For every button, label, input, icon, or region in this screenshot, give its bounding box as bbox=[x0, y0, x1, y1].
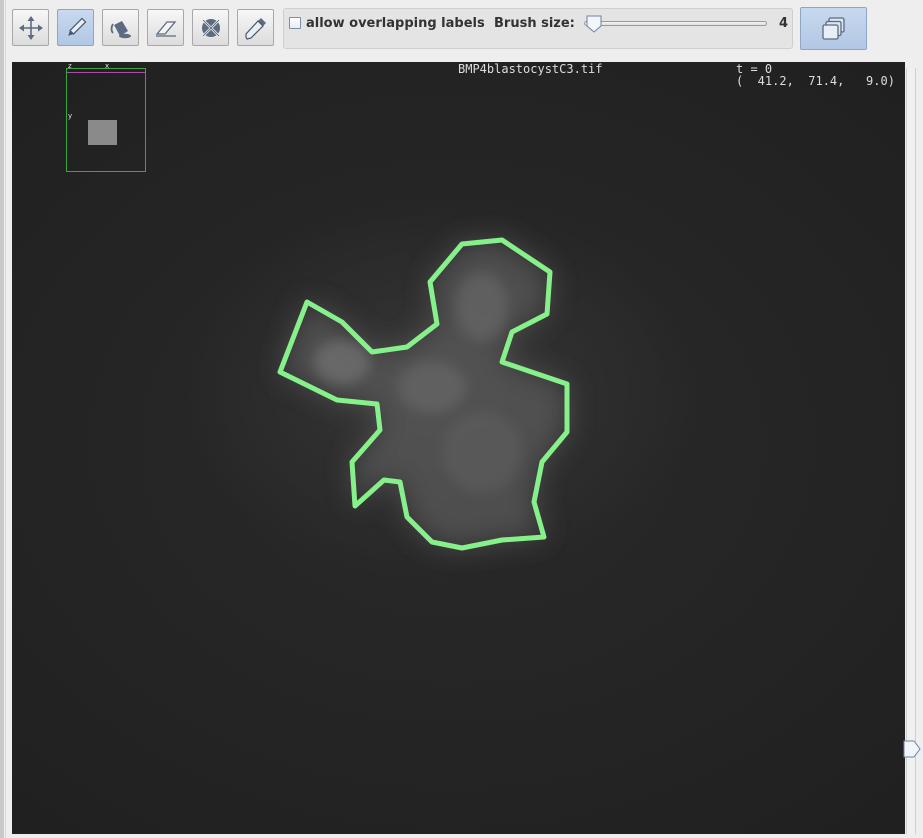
pick-label-tool-button[interactable] bbox=[237, 9, 274, 46]
window-stack-button[interactable] bbox=[800, 7, 867, 50]
navigator-viewport-square bbox=[88, 120, 117, 145]
image-viewer-canvas[interactable]: BMP4blastocystC3.tif t = 0 ( 41.2, 71.4,… bbox=[12, 62, 905, 834]
label-outline bbox=[277, 237, 570, 551]
scrollbar-slider-thumb[interactable] bbox=[903, 740, 921, 758]
move-tool-button[interactable] bbox=[12, 9, 49, 46]
delete-label-icon bbox=[201, 18, 220, 37]
fill-tool-button[interactable] bbox=[102, 9, 139, 46]
allow-overlapping-labels-checkbox[interactable] bbox=[289, 17, 301, 29]
allow-overlapping-labels-label[interactable]: allow overlapping labels bbox=[306, 16, 485, 31]
window-left-border-inner bbox=[5, 0, 6, 838]
erase-tool-button[interactable] bbox=[147, 9, 184, 46]
eyedropper-icon bbox=[244, 17, 266, 40]
label-options-panel: allow overlapping labels Brush size: 4 bbox=[283, 8, 793, 49]
paint-bucket-icon bbox=[110, 20, 131, 38]
brush-size-slider-track[interactable] bbox=[584, 21, 767, 26]
delete-label-tool-button[interactable] bbox=[192, 9, 229, 46]
pencil-icon bbox=[67, 17, 86, 36]
draw-tool-button[interactable] bbox=[57, 9, 94, 46]
navigator-xz-line bbox=[67, 72, 145, 73]
vertical-scrollbar[interactable] bbox=[906, 68, 916, 834]
windows-stack-icon bbox=[821, 16, 845, 40]
brush-size-label: Brush size: bbox=[494, 16, 575, 31]
brush-size-value: 4 bbox=[779, 16, 789, 31]
move-arrows-icon bbox=[18, 15, 43, 40]
navigation-overview-box: z x y bbox=[66, 63, 146, 172]
navigator-y-axis-label: y bbox=[68, 112, 73, 120]
cursor-coordinate-readout: ( 41.2, 71.4, 9.0) bbox=[736, 74, 895, 88]
navigator-z-axis-label: z bbox=[68, 62, 72, 70]
navigator-x-axis-label: x bbox=[105, 62, 110, 70]
image-filename: BMP4blastocystC3.tif bbox=[458, 62, 603, 76]
window-left-border bbox=[0, 0, 4, 838]
brush-size-slider-thumb[interactable] bbox=[586, 15, 602, 33]
eraser-icon bbox=[155, 20, 176, 37]
